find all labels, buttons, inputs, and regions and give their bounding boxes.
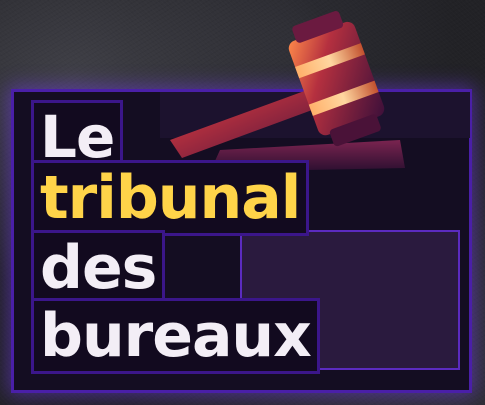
title-line-4: bureaux bbox=[34, 301, 317, 371]
title-line-3: des bbox=[34, 233, 163, 303]
title-line-2: tribunal bbox=[34, 163, 307, 233]
gavel-icon bbox=[170, 10, 405, 172]
title-line-1: Le bbox=[34, 103, 121, 171]
